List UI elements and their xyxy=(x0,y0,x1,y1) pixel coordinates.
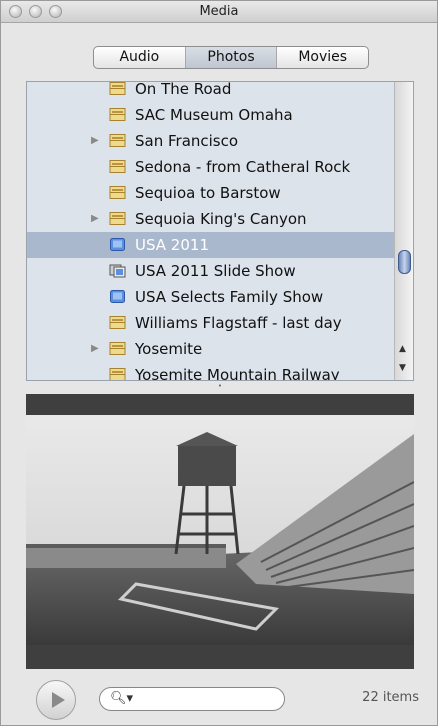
list-item[interactable]: ▶ Yosemite xyxy=(27,336,395,362)
disclosure-triangle-icon[interactable]: ▶ xyxy=(91,128,99,154)
list-item-label: SAC Museum Omaha xyxy=(135,106,293,124)
media-type-tabs: Audio Photos Movies xyxy=(93,46,369,69)
list-item[interactable]: On The Road xyxy=(27,81,395,102)
list-item-label: USA Selects Family Show xyxy=(135,288,324,306)
event-folder-icon xyxy=(109,316,126,329)
scroll-thumb[interactable] xyxy=(398,250,411,274)
search-field[interactable]: 🔍︎▾ xyxy=(99,687,285,711)
list-item[interactable]: USA Selects Family Show xyxy=(27,284,395,310)
list-item-label: Yosemite Mountain Railway xyxy=(135,366,340,381)
list-item[interactable]: USA 2011 Slide Show xyxy=(27,258,395,284)
item-count: 22 items xyxy=(362,690,419,705)
list-item[interactable]: Sequioa to Barstow xyxy=(27,180,395,206)
list-item-label: USA 2011 Slide Show xyxy=(135,262,296,280)
event-folder-icon xyxy=(109,368,126,380)
title-bar: Media xyxy=(1,1,437,23)
preview-image xyxy=(26,394,414,669)
scrollbar[interactable]: ▲ ▼ xyxy=(394,82,413,380)
event-folder-icon xyxy=(109,342,126,355)
event-folder-icon xyxy=(109,160,126,173)
list-item-label: Williams Flagstaff - last day xyxy=(135,314,342,332)
list-item[interactable]: USA 2011 xyxy=(27,232,395,258)
list-item[interactable]: Sedona - from Catheral Rock xyxy=(27,154,395,180)
tab-photos[interactable]: Photos xyxy=(185,47,278,68)
scroll-up-arrow[interactable]: ▲ xyxy=(399,344,406,354)
list-item-label: Yosemite xyxy=(135,340,203,358)
slideshow-icon xyxy=(109,264,126,278)
event-folder-icon xyxy=(109,186,126,199)
split-handle[interactable]: • xyxy=(26,381,414,390)
play-button[interactable] xyxy=(36,680,76,720)
media-window: Media Audio Photos Movies On The Road SAC… xyxy=(0,0,438,726)
album-icon xyxy=(110,238,125,251)
tab-audio[interactable]: Audio xyxy=(94,47,186,68)
photo-preview xyxy=(26,394,414,669)
disclosure-triangle-icon[interactable]: ▶ xyxy=(91,206,99,232)
list-item-label: Sequioa to Barstow xyxy=(135,184,281,202)
footer-bar: 🔍︎▾ 22 items xyxy=(1,675,437,725)
event-folder-icon xyxy=(109,108,126,121)
list-item[interactable]: Yosemite Mountain Railway xyxy=(27,362,395,381)
list-item-label: USA 2011 xyxy=(135,236,209,254)
album-icon xyxy=(110,290,125,303)
list-item[interactable]: SAC Museum Omaha xyxy=(27,102,395,128)
list-item[interactable]: Williams Flagstaff - last day xyxy=(27,310,395,336)
photo-albums-list[interactable]: On The Road SAC Museum Omaha ▶ San Francisc… xyxy=(26,81,414,381)
event-folder-icon xyxy=(109,134,126,147)
tab-movies[interactable]: Movies xyxy=(277,47,368,68)
list-item-label: San Francisco xyxy=(135,132,239,150)
scroll-down-arrow[interactable]: ▼ xyxy=(399,363,406,373)
window-title: Media xyxy=(199,4,239,19)
list-item-label: On The Road xyxy=(135,81,232,98)
list-item-label: Sequoia King's Canyon xyxy=(135,210,307,228)
play-icon xyxy=(52,692,65,708)
list-item[interactable]: ▶ Sequoia King's Canyon xyxy=(27,206,395,232)
event-folder-icon xyxy=(109,82,126,95)
magnifier-icon: 🔍︎▾ xyxy=(110,691,134,706)
list-item[interactable]: ▶ San Francisco xyxy=(27,128,395,154)
list-item-label: Sedona - from Catheral Rock xyxy=(135,158,351,176)
disclosure-triangle-icon[interactable]: ▶ xyxy=(91,336,99,362)
event-folder-icon xyxy=(109,212,126,225)
